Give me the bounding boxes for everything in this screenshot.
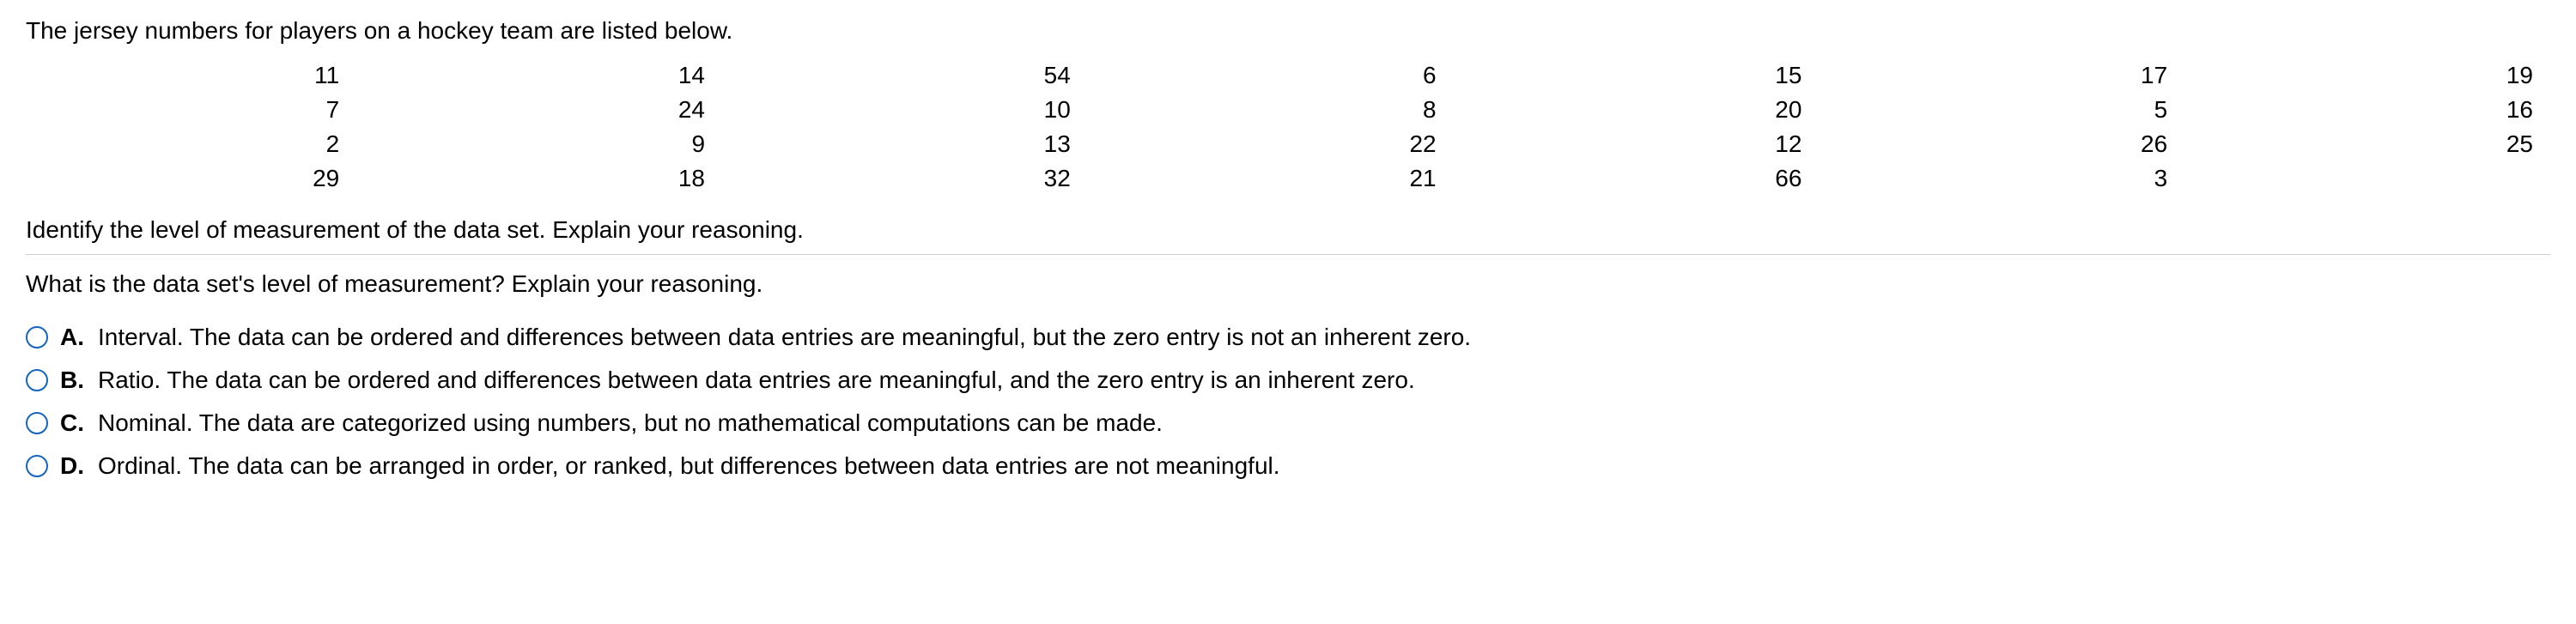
table-row: 11 14 54 6 15 17 19	[26, 58, 2550, 93]
table-cell: 54	[722, 58, 1088, 93]
table-cell: 15	[1454, 58, 1820, 93]
divider	[26, 254, 2550, 255]
instruction-text: Identify the level of measurement of the…	[26, 216, 2550, 244]
choice-text: Nominal. The data are categorized using …	[98, 409, 2550, 437]
table-cell: 14	[356, 58, 722, 93]
choice-letter: D.	[60, 452, 86, 480]
choice-c[interactable]: C. Nominal. The data are categorized usi…	[26, 409, 2550, 437]
table-cell: 18	[356, 161, 722, 196]
choice-text: Ordinal. The data can be arranged in ord…	[98, 452, 2550, 480]
table-cell: 2	[26, 127, 356, 161]
table-cell: 26	[1819, 127, 2184, 161]
table-cell: 24	[356, 93, 722, 127]
answer-choices: A. Interval. The data can be ordered and…	[26, 324, 2550, 480]
table-row: 2 9 13 22 12 26 25	[26, 127, 2550, 161]
choice-letter: B.	[60, 367, 86, 394]
table-cell: 20	[1454, 93, 1820, 127]
table-cell: 12	[1454, 127, 1820, 161]
radio-icon[interactable]	[26, 455, 48, 477]
choice-letter: C.	[60, 409, 86, 437]
table-cell: 16	[2184, 93, 2550, 127]
radio-icon[interactable]	[26, 369, 48, 391]
jersey-number-table: 11 14 54 6 15 17 19 7 24 10 8 20 5 16 2 …	[26, 58, 2550, 196]
table-row: 29 18 32 21 66 3	[26, 161, 2550, 196]
table-cell: 17	[1819, 58, 2184, 93]
radio-icon[interactable]	[26, 412, 48, 434]
table-cell: 3	[1819, 161, 2184, 196]
table-cell: 19	[2184, 58, 2550, 93]
table-cell: 66	[1454, 161, 1820, 196]
table-cell: 8	[1088, 93, 1454, 127]
choice-b[interactable]: B. Ratio. The data can be ordered and di…	[26, 367, 2550, 394]
table-cell: 11	[26, 58, 356, 93]
choice-letter: A.	[60, 324, 86, 351]
table-cell: 5	[1819, 93, 2184, 127]
table-cell: 29	[26, 161, 356, 196]
table-cell: 21	[1088, 161, 1454, 196]
table-cell: 25	[2184, 127, 2550, 161]
table-cell: 32	[722, 161, 1088, 196]
choice-a[interactable]: A. Interval. The data can be ordered and…	[26, 324, 2550, 351]
table-row: 7 24 10 8 20 5 16	[26, 93, 2550, 127]
choice-text: Ratio. The data can be ordered and diffe…	[98, 367, 2550, 394]
question-text: What is the data set's level of measurem…	[26, 270, 2550, 298]
radio-icon[interactable]	[26, 326, 48, 348]
problem-intro: The jersey numbers for players on a hock…	[26, 17, 2550, 45]
table-cell: 22	[1088, 127, 1454, 161]
table-cell: 6	[1088, 58, 1454, 93]
table-cell: 9	[356, 127, 722, 161]
choice-text: Interval. The data can be ordered and di…	[98, 324, 2550, 351]
table-cell: 7	[26, 93, 356, 127]
table-cell: 10	[722, 93, 1088, 127]
table-cell: 13	[722, 127, 1088, 161]
table-cell	[2184, 161, 2550, 196]
choice-d[interactable]: D. Ordinal. The data can be arranged in …	[26, 452, 2550, 480]
